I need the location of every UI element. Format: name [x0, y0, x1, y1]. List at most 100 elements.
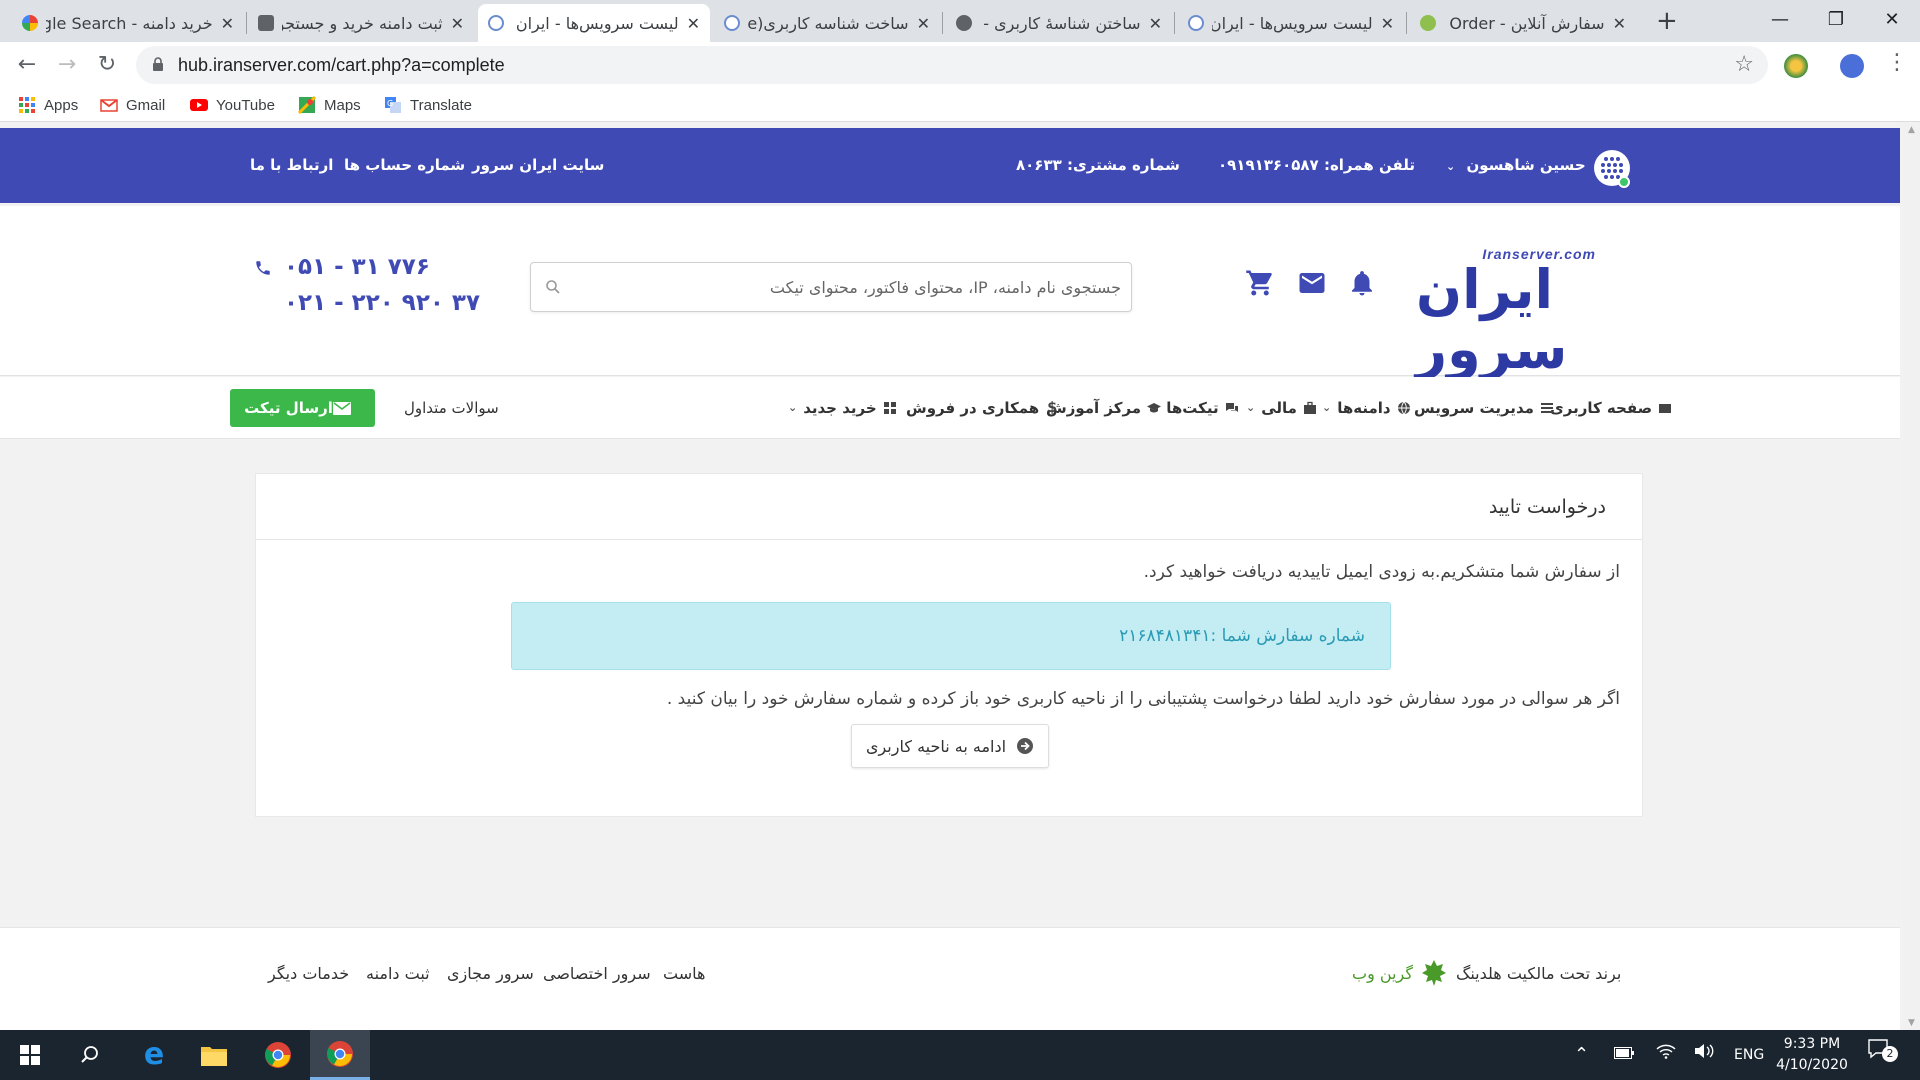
menu-dots-icon[interactable]: ⋮ — [1886, 50, 1908, 75]
folder-icon — [201, 1047, 227, 1066]
mail-icon[interactable] — [1297, 268, 1327, 298]
list-icon — [1540, 403, 1553, 413]
browser-tab-strip: خرید دامنه - Google Search ✕ ثبت دامنه خ… — [0, 0, 1920, 42]
browser-tab[interactable]: ساخت شناسه کاربری(Nic Handle) ✕ — [714, 4, 940, 42]
close-icon[interactable]: ✕ — [1381, 14, 1394, 33]
comments-icon — [1225, 403, 1238, 412]
browser-tab[interactable]: سفارش آنلاین - Online Order ✕ — [1410, 4, 1636, 42]
phone-number-mashhad: ۰۵۱ - ۳۱ ۷۷۶ — [284, 254, 430, 280]
notification-center[interactable]: 2 — [1868, 1030, 1898, 1080]
bookmark-youtube[interactable]: YouTube — [190, 88, 275, 122]
browser-tab[interactable]: ساختن شناسهٔ کاربری - ایرنیک ✕ — [946, 4, 1172, 42]
gmail-icon — [100, 99, 118, 112]
profile-icon[interactable] — [1840, 54, 1864, 78]
menu-item-new-order[interactable]: خرید جدید ⌄ — [788, 377, 897, 439]
new-tab-button[interactable]: + — [1656, 4, 1678, 38]
back-icon[interactable]: ← — [12, 50, 42, 80]
bookmark-translate[interactable]: G Translate — [384, 88, 472, 122]
search-button[interactable] — [60, 1030, 120, 1080]
cart-icon[interactable] — [1245, 268, 1275, 298]
close-icon[interactable]: ✕ — [917, 14, 930, 33]
menu-item-affiliate[interactable]: $ همکاری در فروش — [906, 377, 1059, 439]
scroll-down-icon[interactable]: ▼ — [1903, 1018, 1920, 1028]
continue-to-client-area-button[interactable]: ادامه به ناحیه کاربری — [851, 724, 1049, 768]
online-status-icon — [1618, 176, 1630, 188]
bookmark-star-icon[interactable]: ☆ — [1734, 46, 1754, 84]
menu-item-learning-center[interactable]: مرکز آموزش — [1046, 377, 1162, 439]
site-icon — [1420, 15, 1436, 31]
footer-brand-link[interactable]: گرین وب — [1352, 964, 1413, 983]
url-text[interactable]: hub.iranserver.com/cart.php?a=complete — [178, 46, 505, 84]
taskbar-edge[interactable]: e — [124, 1030, 184, 1080]
footer-link-other-services[interactable]: خدمات دیگر — [268, 964, 349, 983]
taskbar-clock[interactable]: 9:33 PM 4/10/2020 — [1772, 1034, 1852, 1076]
link-bank-accounts[interactable]: شماره حساب ها — [344, 128, 465, 203]
menu-item-faq[interactable]: سوالات متداول — [404, 377, 499, 439]
footer-link-vps[interactable]: سرور مجازی — [447, 964, 534, 983]
order-number: شماره سفارش شما :۲۱۶۸۴۸۱۳۴۱ — [1119, 626, 1365, 646]
clock-time: 9:33 PM — [1783, 1036, 1841, 1052]
search-input[interactable] — [571, 263, 1121, 311]
close-icon[interactable]: ✕ — [1149, 14, 1162, 33]
taskbar-chrome[interactable] — [248, 1030, 308, 1080]
phone-icon — [256, 261, 270, 275]
browser-tab[interactable]: لیست سرویس‌ها - ایران سرور ✕ — [1178, 4, 1404, 42]
volume-icon[interactable] — [1694, 1030, 1716, 1080]
page-scrollbar[interactable]: ▲ ▼ — [1903, 123, 1920, 1030]
forward-icon[interactable]: → — [52, 50, 82, 80]
chevron-up-icon[interactable]: ⌃ — [1574, 1030, 1589, 1080]
close-icon[interactable]: ✕ — [451, 14, 464, 33]
browser-tab-active[interactable]: لیست سرویس‌ها - ایران سرور ✕ — [478, 4, 710, 42]
extension-icon[interactable] — [1784, 54, 1808, 78]
close-icon[interactable]: ✕ — [687, 14, 700, 33]
lock-icon — [153, 57, 163, 71]
windows-taskbar: e ⌃ ENG 9:33 PM 4/10/2020 2 — [0, 1030, 1920, 1080]
globe-icon — [956, 15, 972, 31]
bookmark-maps[interactable]: Maps — [298, 88, 361, 122]
iranserver-logo[interactable]: Iranserver.com ایران سرور — [1416, 246, 1646, 380]
close-icon[interactable]: ✕ — [221, 14, 234, 33]
menu-item-domains[interactable]: دامنه‌ها ⌄ — [1322, 377, 1411, 439]
send-ticket-button[interactable]: ارسال تیکت — [230, 389, 375, 427]
order-confirmation-card: درخواست تایید از سفارش شما متشکریم.به زو… — [255, 473, 1643, 817]
browser-tab[interactable]: ثبت دامنه خرید و جستجو ✕ — [248, 4, 474, 42]
bookmark-apps[interactable]: Apps — [18, 88, 78, 122]
user-menu[interactable]: ⌄ حسین شاهسون — [1446, 128, 1586, 204]
search-box[interactable] — [530, 262, 1132, 312]
bell-icon[interactable] — [1347, 268, 1377, 298]
battery-icon[interactable] — [1614, 1030, 1634, 1080]
start-button[interactable] — [0, 1030, 60, 1080]
restore-icon[interactable]: ❐ — [1808, 0, 1864, 40]
footer-link-domain[interactable]: ثبت دامنه — [366, 964, 430, 983]
grid-icon — [883, 402, 896, 414]
search-icon — [546, 280, 560, 294]
close-icon[interactable]: ✕ — [1613, 14, 1626, 33]
globe-icon — [488, 15, 504, 31]
browser-tab[interactable]: خرید دامنه - Google Search ✕ — [12, 4, 244, 42]
link-contact-us[interactable]: ارتباط با ما — [250, 128, 333, 203]
menu-item-dashboard[interactable]: صفحه کاربری — [1550, 377, 1672, 439]
chrome-icon — [327, 1040, 353, 1067]
wifi-icon[interactable] — [1656, 1030, 1676, 1080]
dashboard-icon — [1659, 404, 1672, 413]
close-window-icon[interactable]: ✕ — [1864, 0, 1920, 40]
footer-brand-text: برند تحت مالکیت هلدینگ — [1456, 964, 1622, 983]
scroll-up-icon[interactable]: ▲ — [1903, 125, 1920, 135]
apps-grid-icon — [19, 97, 35, 113]
taskbar-file-explorer[interactable] — [184, 1030, 244, 1080]
taskbar-chrome-active[interactable] — [310, 1030, 370, 1080]
language-indicator[interactable]: ENG — [1734, 1030, 1764, 1080]
minimize-icon[interactable]: — — [1752, 0, 1808, 40]
address-bar[interactable]: hub.iranserver.com/cart.php?a=complete ☆ — [136, 46, 1768, 84]
site-header: Iranserver.com ایران سرور ۰۵۱ - ۳۱ ۷۷۶ ۰… — [0, 206, 1900, 380]
bookmark-gmail[interactable]: Gmail — [100, 88, 165, 122]
menu-item-tickets[interactable]: تیکت‌ها ⌄ — [1151, 377, 1239, 439]
menu-item-finance[interactable]: مالی ⌄ — [1246, 377, 1317, 439]
footer-link-hosting[interactable]: هاست — [663, 964, 705, 983]
reload-icon[interactable]: ↻ — [92, 50, 122, 80]
page-viewport: ⌄ حسین شاهسون تلفن همراه: ۰۹۱۹۱۳۶۰۵۸۷ شم… — [0, 123, 1920, 1030]
link-iranserver-site[interactable]: سایت ایران سرور — [472, 128, 604, 203]
footer-link-dedicated-server[interactable]: سرور اختصاصی — [543, 964, 651, 983]
browser-toolbar: ← → ↻ hub.iranserver.com/cart.php?a=comp… — [0, 42, 1920, 88]
menu-item-services[interactable]: مدیریت سرویس — [1414, 377, 1554, 439]
